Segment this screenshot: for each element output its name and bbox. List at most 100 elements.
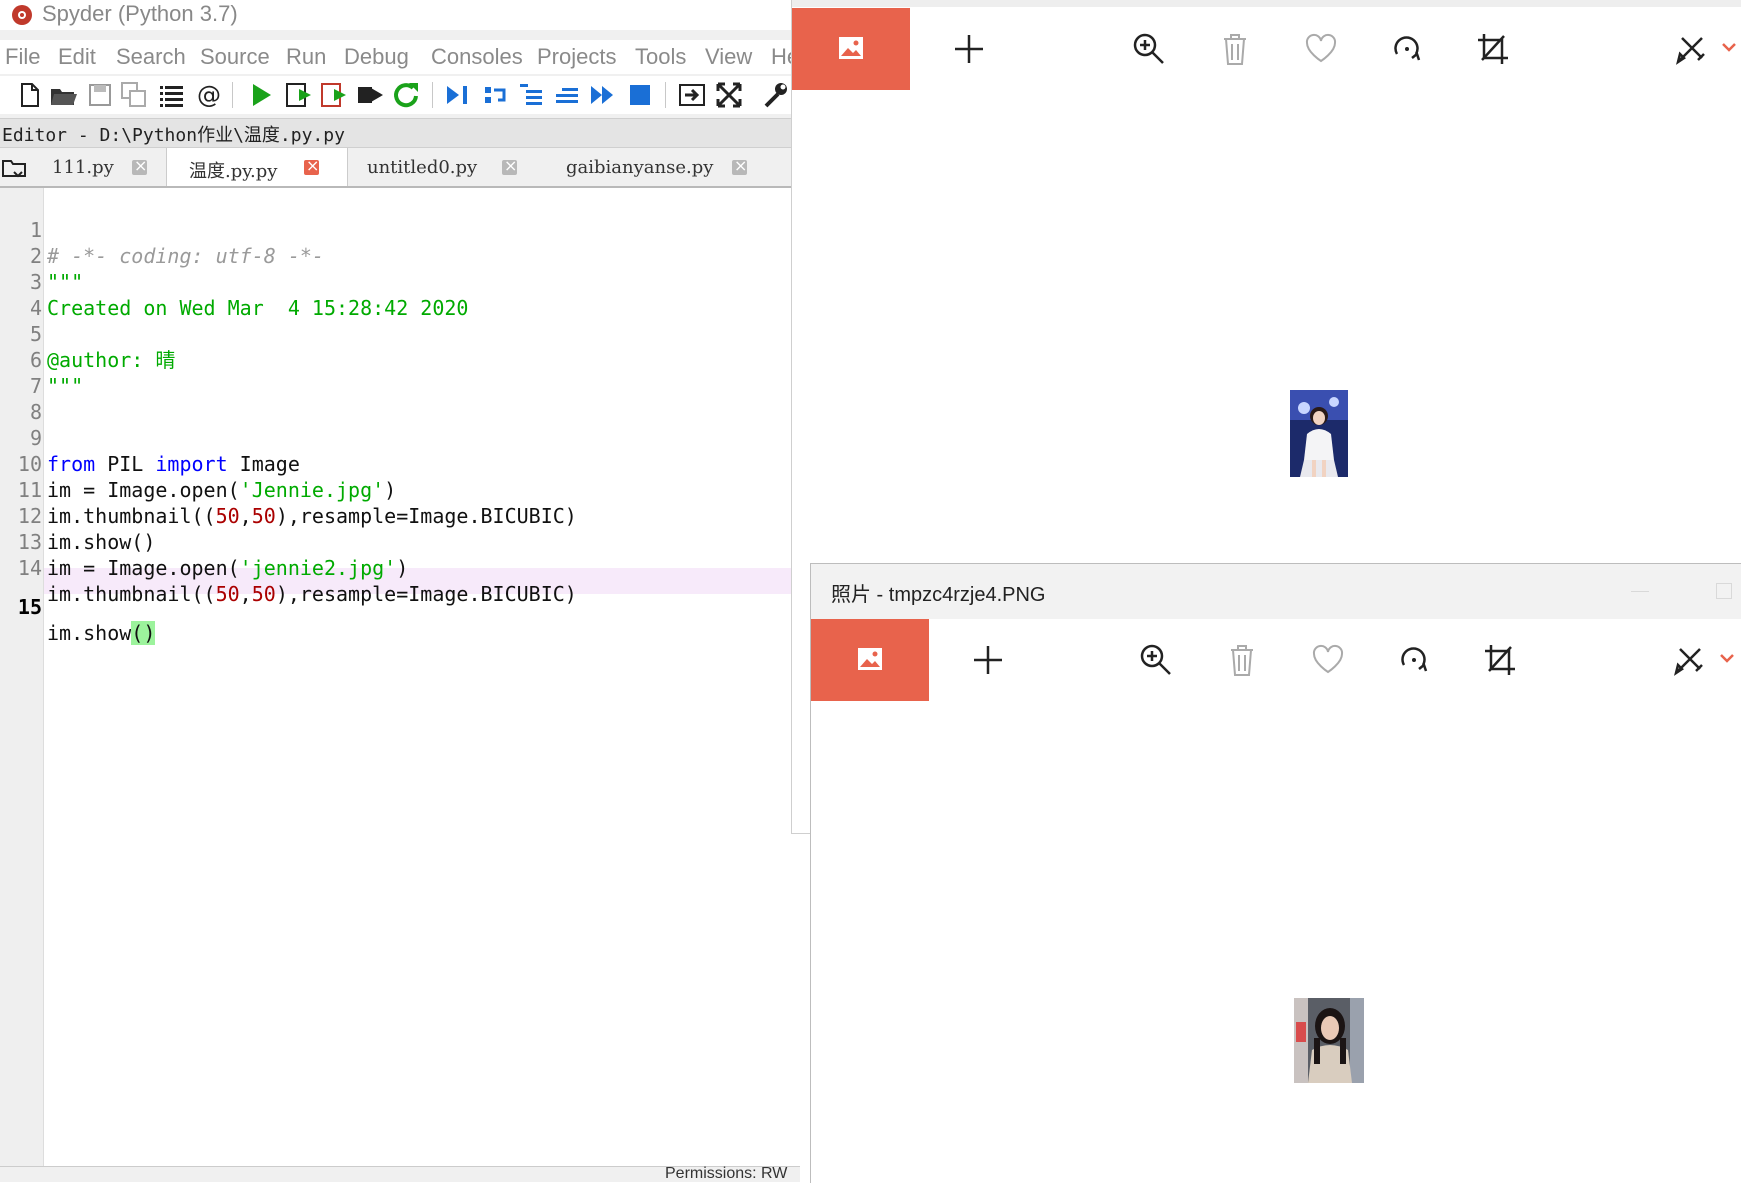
window-title: Spyder (Python 3.7) <box>42 1 238 26</box>
close-tab-icon[interactable] <box>304 156 319 175</box>
edit-draw-icon[interactable] <box>1670 641 1708 679</box>
delete-icon[interactable] <box>1223 641 1261 679</box>
code-line-current: 15 im.show() <box>0 568 800 645</box>
save-icon[interactable] <box>85 80 115 110</box>
add-icon[interactable] <box>950 30 988 68</box>
menu-bar: File Edit Search Source Run Debug Consol… <box>0 40 800 74</box>
main-toolbar: @ <box>0 76 800 114</box>
code-line: 11 im.thumbnail((50,50),resample=Image.B… <box>0 451 800 528</box>
browse-tabs-icon[interactable] <box>0 156 28 180</box>
menu-file[interactable]: File <box>5 44 40 70</box>
code-line: 13 im = Image.open('jennie2.jpg') <box>0 503 800 580</box>
run-cell-advance-icon[interactable] <box>319 80 349 110</box>
favorite-icon[interactable] <box>1309 641 1347 679</box>
menu-view[interactable]: View <box>705 44 752 70</box>
editor-path-label: Editor - D:\Python作业\温度.py.py <box>2 125 345 146</box>
list-icon[interactable] <box>156 80 186 110</box>
view-image-button[interactable] <box>792 8 910 90</box>
debug-icon[interactable] <box>442 80 472 110</box>
favorite-icon[interactable] <box>1302 30 1340 68</box>
code-line: 8 <box>0 373 800 424</box>
at-symbol-icon[interactable]: @ <box>193 80 223 110</box>
crop-icon[interactable] <box>1481 641 1519 679</box>
fullscreen-icon[interactable] <box>714 80 744 110</box>
image-icon <box>858 648 882 670</box>
editor-tab-bar: 111.py 温度.py.py untitled0.py gaibianyans… <box>0 148 800 188</box>
jennie2-thumbnail-image <box>1294 998 1364 1083</box>
tab-wendu-py[interactable]: 温度.py.py <box>166 148 348 186</box>
svg-text:@: @ <box>197 81 221 109</box>
menu-edit[interactable]: Edit <box>58 44 96 70</box>
code-text: im.show() <box>47 620 156 646</box>
code-editor[interactable]: 1 # -*- coding: utf-8 -*- 2 """ 3 Create… <box>0 188 800 1168</box>
tab-untitled0-py[interactable]: untitled0.py <box>350 148 542 186</box>
maximize-button[interactable] <box>1716 583 1732 599</box>
menu-debug[interactable]: Debug <box>344 44 409 70</box>
open-file-icon[interactable] <box>48 80 78 110</box>
edit-draw-icon[interactable] <box>1672 30 1710 68</box>
step-icon[interactable] <box>480 80 510 110</box>
menu-run[interactable]: Run <box>286 44 326 70</box>
photos-title-bar: 照片 - tmpzc4rzje4.PNG <box>811 564 1741 619</box>
run-icon[interactable] <box>246 80 276 110</box>
continue-icon[interactable] <box>588 80 618 110</box>
menu-projects[interactable]: Projects <box>537 44 616 70</box>
close-tab-icon[interactable] <box>132 156 147 175</box>
code-line: 7 <box>0 347 800 398</box>
tab-label: 111.py <box>52 157 114 178</box>
chevron-down-icon[interactable] <box>1720 30 1738 68</box>
rotate-icon[interactable] <box>1388 30 1426 68</box>
toolbar-separator <box>232 82 233 108</box>
new-file-icon[interactable] <box>14 80 44 110</box>
step-return-icon[interactable] <box>552 80 582 110</box>
tab-gaibianyanse-py[interactable]: gaibianyanse.py <box>546 148 770 186</box>
rotate-icon[interactable] <box>1395 641 1433 679</box>
editor-path-bar: Editor - D:\Python作业\温度.py.py <box>0 118 800 148</box>
menu-search[interactable]: Search <box>116 44 186 70</box>
close-tab-icon[interactable] <box>502 156 517 175</box>
rerun-icon[interactable] <box>391 80 421 110</box>
code-token: im.show <box>47 621 132 645</box>
code-line: 12 im.show() <box>0 477 800 554</box>
menu-source[interactable]: Source <box>200 44 270 70</box>
crop-icon[interactable] <box>1474 30 1512 68</box>
photos-window-title: 照片 - tmpzc4rzje4.PNG <box>831 584 1046 606</box>
jennie-thumbnail-image <box>1290 390 1348 477</box>
title-bar: Spyder (Python 3.7) <box>0 0 800 30</box>
code-line: 14 im.thumbnail((50,50),resample=Image.B… <box>0 529 800 606</box>
run-cell-icon[interactable] <box>284 80 314 110</box>
chevron-down-icon[interactable] <box>1718 641 1736 679</box>
code-line: 1 # -*- coding: utf-8 -*- <box>0 191 800 268</box>
delete-icon[interactable] <box>1216 30 1254 68</box>
photos-toolbar <box>811 619 1741 701</box>
zoom-in-icon[interactable] <box>1130 30 1168 68</box>
zoom-in-icon[interactable] <box>1137 641 1175 679</box>
menu-consoles[interactable]: Consoles <box>431 44 523 70</box>
run-selection-icon[interactable] <box>355 80 385 110</box>
code-line: 6 """ <box>0 321 800 398</box>
spyder-logo-icon <box>12 5 32 25</box>
code-line: 5 @author: 晴 <box>0 295 800 372</box>
toolbar-separator <box>665 82 666 108</box>
maximize-pane-icon[interactable] <box>677 80 707 110</box>
tab-111-py[interactable]: 111.py <box>34 148 164 186</box>
image-icon <box>839 37 863 59</box>
view-image-button[interactable] <box>811 619 929 701</box>
bracket-match-token: () <box>131 621 156 645</box>
code-line: 10 im = Image.open('Jennie.jpg') <box>0 425 800 502</box>
wrench-icon[interactable] <box>760 80 790 110</box>
save-all-icon[interactable] <box>119 80 149 110</box>
close-tab-icon[interactable] <box>732 156 747 175</box>
tab-label: gaibianyanse.py <box>566 157 714 178</box>
code-line: 9 from PIL import Image <box>0 399 800 476</box>
stop-debug-icon[interactable] <box>625 80 655 110</box>
photos-window-front: 照片 - tmpzc4rzje4.PNG <box>810 563 1741 1183</box>
menu-tools[interactable]: Tools <box>635 44 686 70</box>
minimize-button[interactable] <box>1631 591 1649 592</box>
step-into-icon[interactable] <box>516 80 546 110</box>
code-line: 2 """ <box>0 217 800 294</box>
add-icon[interactable] <box>969 641 1007 679</box>
spyder-window: Spyder (Python 3.7) File Edit Search Sou… <box>0 0 800 1182</box>
tab-label: untitled0.py <box>367 157 478 178</box>
permissions-status: Permissions: RW <box>665 1165 788 1182</box>
